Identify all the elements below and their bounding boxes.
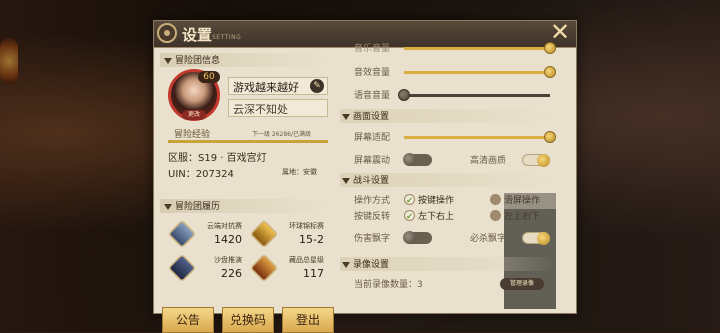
screen-fit-knob[interactable]	[544, 131, 556, 143]
ultimate-text-toggle[interactable]	[522, 232, 550, 245]
stat-value: 117	[303, 267, 324, 280]
sfx-volume-knob[interactable]	[544, 66, 556, 78]
edit-name-icon[interactable]: ✎	[310, 79, 324, 93]
collection-star-icon	[249, 253, 279, 283]
settings-panel: 设置 SETTING ✕ 冒险团信息 60 更改 游戏越来越好 ✎ 云深不知处 …	[153, 19, 577, 333]
toggle-knob	[537, 154, 550, 167]
profile-section-title: 冒险团信息	[175, 56, 221, 66]
signature-field[interactable]: 云深不知处	[228, 99, 328, 117]
triangle-icon	[164, 57, 172, 64]
profile-section-header: 冒险团信息	[160, 53, 328, 67]
music-volume-slider[interactable]	[404, 42, 556, 54]
radio-empty-icon[interactable]	[490, 210, 501, 221]
screen-fit-fill	[404, 136, 550, 139]
stat-world-championship[interactable]: 环球锦标赛 15-2	[248, 219, 328, 249]
uin-info: UIN：207324	[168, 169, 234, 180]
ultimate-text-label: 必杀飘字	[470, 234, 507, 244]
radio-empty-icon[interactable]	[490, 194, 501, 205]
voice-volume-knob[interactable]	[398, 89, 410, 101]
key-reverse-label: 按键反转	[354, 212, 391, 222]
music-volume-knob[interactable]	[544, 42, 556, 54]
music-volume-fill	[404, 47, 550, 50]
avatar-change-tag[interactable]: 更改	[182, 110, 206, 120]
triangle-icon	[164, 203, 172, 210]
exp-detail: 下一级 26286/已满级	[252, 131, 312, 138]
record-count: 当前录像数量：3	[354, 280, 423, 290]
hq-graphics-toggle[interactable]	[522, 154, 550, 167]
stat-value: 1420	[214, 233, 242, 246]
record-section-title: 录像设置	[353, 260, 390, 270]
triangle-icon	[342, 177, 350, 184]
stat-value: 15-2	[299, 233, 324, 246]
history-section-title: 冒险团履历	[175, 202, 221, 212]
sfx-volume-label: 音效音量	[354, 68, 391, 78]
settings-emblem-icon	[157, 23, 177, 43]
profile-column: 冒险团信息 60 更改 游戏越来越好 ✎ 云深不知处 冒险经验 下一级 2628…	[160, 51, 334, 333]
record-section-header: 录像设置	[340, 257, 556, 271]
stat-cloud-arena[interactable]: 云端对抗赛 1420	[166, 219, 246, 249]
sandbox-icon	[167, 253, 197, 283]
triangle-icon	[342, 261, 350, 268]
screen-fit-slider[interactable]	[404, 131, 556, 143]
check-icon[interactable]: ✔	[404, 210, 415, 221]
battle-section-title: 战斗设置	[353, 176, 390, 186]
display-section-title: 画面设置	[353, 112, 390, 122]
toggle-knob	[403, 231, 416, 244]
control-mode-keys[interactable]: 按键操作	[418, 193, 454, 206]
stat-caption: 云端对抗赛	[207, 222, 242, 230]
music-volume-label: 音乐音量	[354, 44, 391, 54]
page-subtitle: SETTING	[212, 34, 242, 41]
toggle-knob	[403, 153, 416, 166]
toggle-knob	[537, 232, 550, 245]
key-reverse-left-down[interactable]: 左下右上	[418, 209, 454, 222]
world-championship-icon	[249, 219, 279, 249]
history-section-header: 冒险团履历	[160, 199, 328, 213]
damage-text-label: 伤害飘字	[354, 234, 391, 244]
stat-collection-stars[interactable]: 藏品总星级 117	[248, 253, 328, 283]
screen-shake-label: 屏幕震动	[354, 156, 391, 166]
damage-text-toggle[interactable]	[403, 231, 432, 244]
player-name: 游戏越来越好	[233, 81, 299, 94]
logout-button[interactable]: 登出	[282, 307, 334, 333]
voice-volume-slider[interactable]	[398, 89, 550, 101]
player-signature: 云深不知处	[233, 103, 288, 116]
manage-recordings-button[interactable]: 管理录像	[500, 278, 544, 290]
sfx-volume-slider[interactable]	[404, 66, 556, 78]
exp-progress-bar	[168, 140, 328, 143]
settings-column: 音乐音量 音效音量 语音音量 画面设置 屏幕适配 屏幕震动 高清画质 战斗设置 …	[340, 41, 556, 309]
control-mode-label: 操作方式	[354, 196, 391, 206]
redeem-code-button[interactable]: 兑换码	[222, 307, 274, 333]
exp-label: 冒险经验	[174, 130, 211, 140]
check-icon[interactable]: ✔	[404, 194, 415, 205]
cloud-arena-icon	[167, 219, 197, 249]
display-section-header: 画面设置	[340, 109, 556, 123]
hq-graphics-label: 高清画质	[470, 156, 507, 166]
server-info: 区服：S19 · 百戏宫灯	[168, 153, 267, 164]
sfx-volume-fill	[404, 71, 550, 74]
triangle-icon	[342, 113, 350, 120]
page-title: 设置	[182, 26, 213, 44]
notice-button[interactable]: 公告	[162, 307, 214, 333]
exp-progress-fill	[168, 140, 328, 143]
name-field: 游戏越来越好 ✎	[228, 77, 328, 95]
stat-caption: 藏品总星级	[289, 256, 324, 264]
stat-caption: 环球锦标赛	[289, 222, 324, 230]
screen-shake-toggle[interactable]	[403, 153, 432, 166]
stat-value: 226	[221, 267, 242, 280]
location-info: 属地：安徽	[282, 168, 317, 176]
stat-caption: 沙盘推演	[214, 256, 242, 264]
level-badge: 60	[198, 71, 220, 83]
screen-fit-label: 屏幕适配	[354, 133, 391, 143]
voice-volume-label: 语音音量	[354, 91, 391, 101]
battle-section-header: 战斗设置	[340, 173, 556, 187]
stat-sandbox[interactable]: 沙盘推演 226	[166, 253, 246, 283]
